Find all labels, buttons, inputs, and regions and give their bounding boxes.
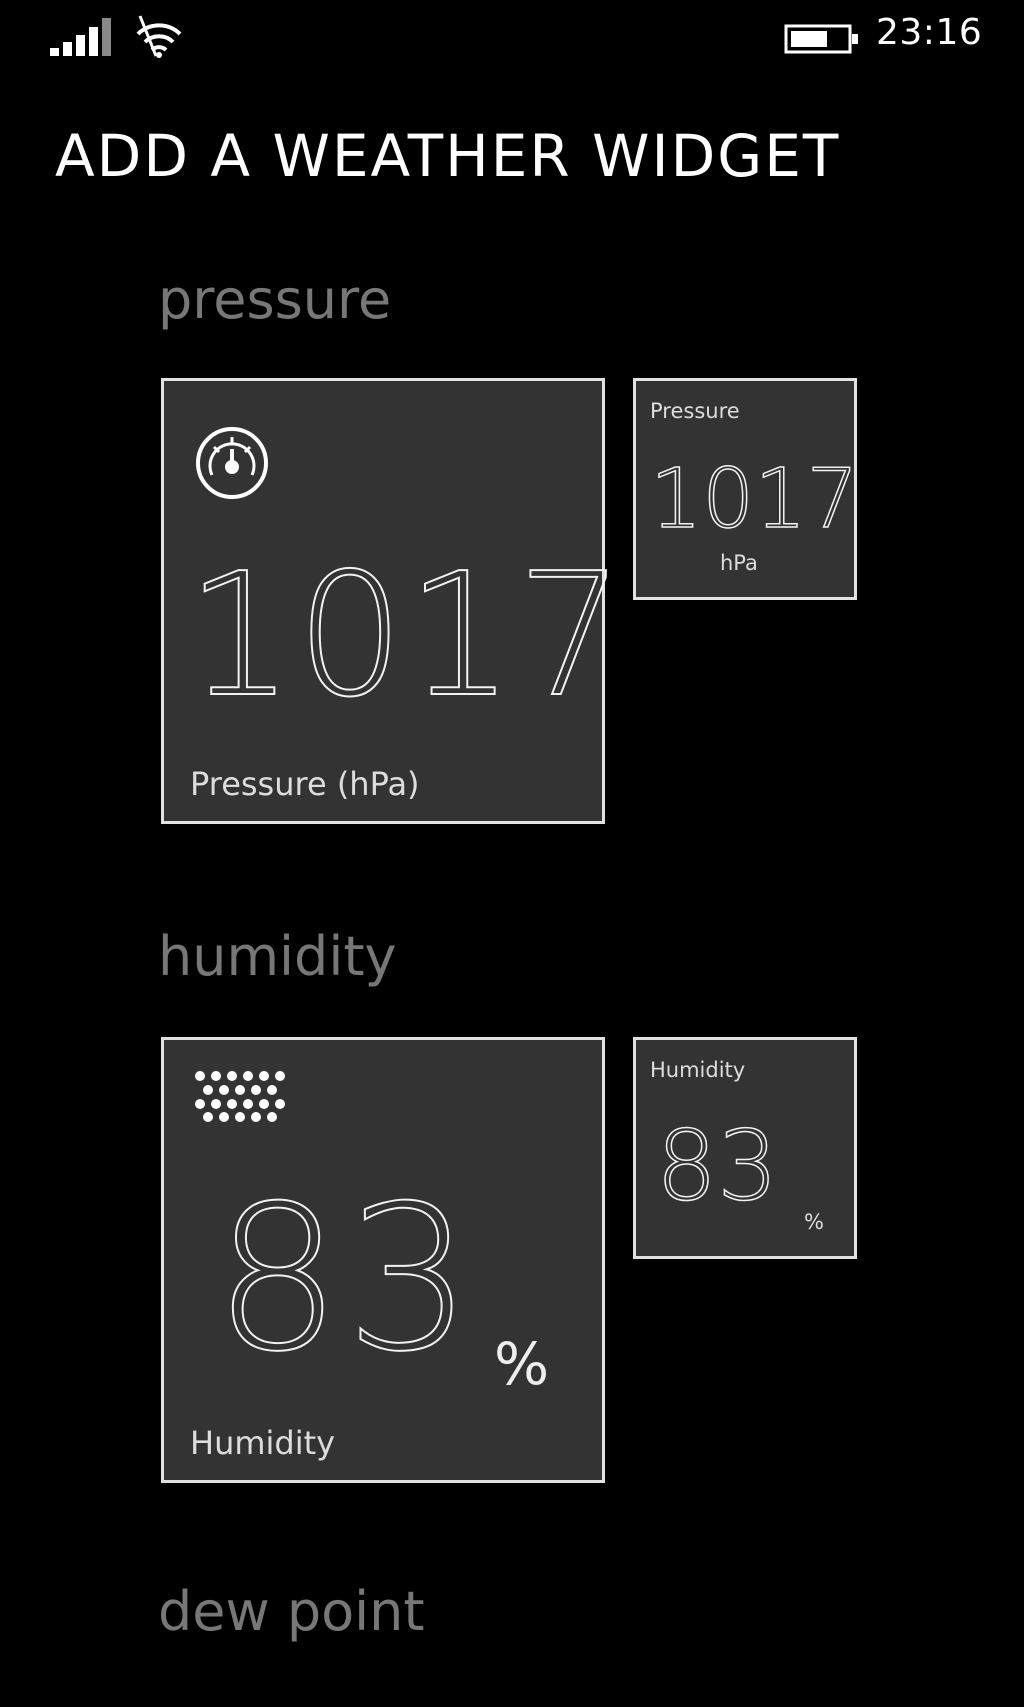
humidity-large-tile[interactable]: 83 % Humidity (161, 1037, 605, 1483)
humidity-dots-icon (195, 1071, 285, 1122)
pressure-small-value: 1017 (649, 452, 859, 547)
humidity-unit: % (494, 1330, 550, 1398)
wifi-icon (136, 15, 182, 58)
section-heading-dew-point: dew point (158, 1580, 425, 1643)
pressure-label: Pressure (hPa) (190, 765, 420, 803)
pressure-small-tile[interactable]: Pressure 1017 hPa (633, 378, 859, 600)
clock: 23:16 (876, 12, 983, 53)
battery-icon (784, 24, 858, 54)
pressure-small-caption: Pressure (650, 399, 740, 423)
gauge-icon (196, 427, 268, 499)
humidity-small-value: 83 (655, 1110, 779, 1222)
page-title: ADD A WEATHER WIDGET (55, 122, 841, 190)
humidity-small-tile[interactable]: Humidity 83 % (633, 1037, 857, 1259)
pressure-large-tile[interactable]: 1017 Pressure (hPa) (161, 378, 626, 824)
humidity-value: 83 (213, 1163, 477, 1396)
pressure-small-unit: hPa (720, 551, 758, 575)
signal-bars-icon (50, 18, 111, 56)
humidity-small-caption: Humidity (650, 1058, 746, 1082)
status-bar: 23:16 (0, 0, 1024, 80)
humidity-small-unit: % (804, 1210, 824, 1234)
humidity-label: Humidity (190, 1424, 336, 1462)
section-heading-humidity: humidity (158, 925, 397, 988)
pressure-value: 1017 (185, 537, 627, 735)
section-heading-pressure: pressure (158, 268, 392, 331)
